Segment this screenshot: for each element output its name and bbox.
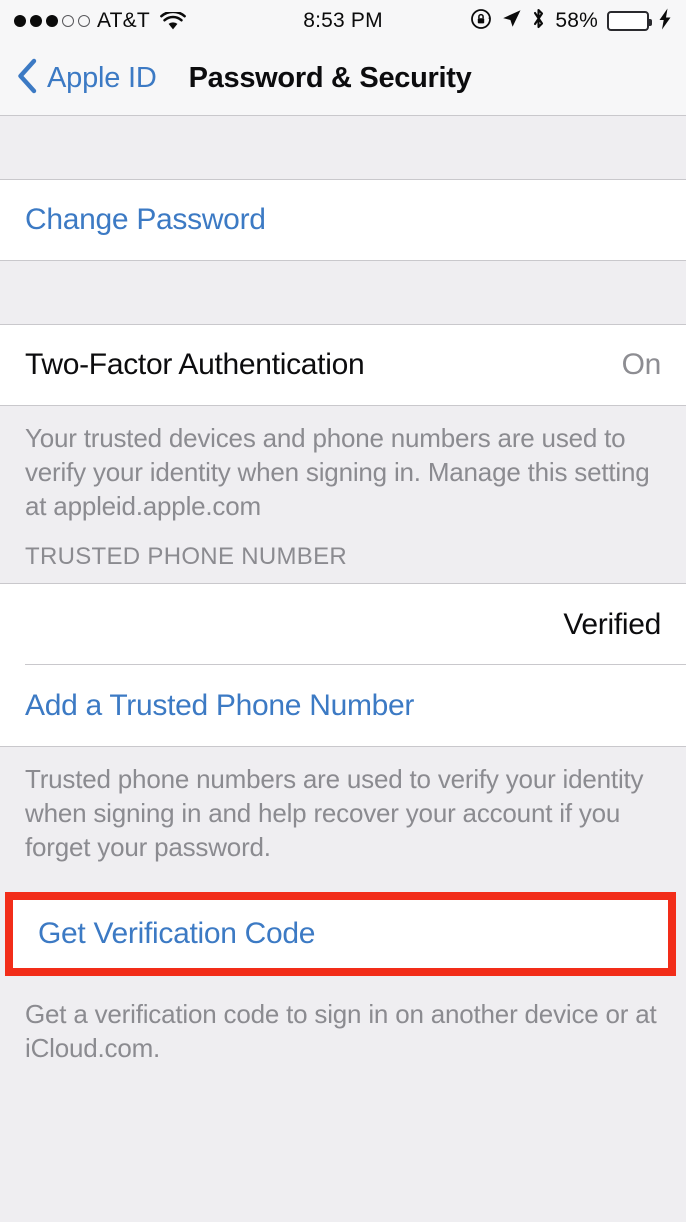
row-two-factor-authentication[interactable]: Two-Factor Authentication On (0, 324, 686, 406)
row-get-verification-code[interactable]: Get Verification Code (13, 899, 668, 968)
row-trusted-phone-number[interactable]: Verified (0, 583, 686, 666)
status-bar: AT&T 8:53 PM 58% (0, 0, 686, 42)
bluetooth-icon (531, 7, 546, 35)
two-factor-status-value: On (621, 348, 662, 381)
chevron-left-icon (16, 58, 38, 99)
navigation-bar: Apple ID Password & Security (0, 42, 686, 116)
iphone-screen: AT&T 8:53 PM 58% Apple ID Password & Sec… (0, 0, 686, 1222)
back-button[interactable]: Apple ID (0, 58, 157, 99)
page-title: Password & Security (188, 62, 472, 94)
trusted-phone-number-header: TRUSTED PHONE NUMBER (0, 543, 686, 584)
cellular-signal-icon (14, 15, 90, 27)
two-factor-label: Two-Factor Authentication (25, 348, 365, 381)
annotation-highlight-box: Get Verification Code (5, 891, 676, 976)
status-bar-right: 58% (470, 7, 672, 35)
spacer-after-change-password (0, 261, 686, 324)
two-factor-footer: Your trusted devices and phone numbers a… (0, 406, 686, 544)
back-button-label: Apple ID (47, 62, 157, 94)
rotation-lock-icon (470, 8, 492, 35)
lightning-bolt-icon (658, 8, 672, 35)
change-password-label: Change Password (25, 203, 266, 236)
verification-code-footer: Get a verification code to sign in on an… (0, 975, 686, 1086)
status-bar-left: AT&T (14, 9, 186, 33)
spacer-top (0, 116, 686, 179)
add-trusted-phone-number-label: Add a Trusted Phone Number (25, 688, 415, 722)
get-verification-code-label: Get Verification Code (38, 916, 316, 950)
carrier-label: AT&T (97, 9, 150, 32)
battery-icon (607, 11, 652, 31)
wifi-icon (160, 11, 186, 31)
trusted-phone-verified-badge: Verified (563, 607, 661, 641)
row-change-password[interactable]: Change Password (0, 179, 686, 261)
clock-label: 8:53 PM (303, 9, 383, 32)
battery-percent-label: 58% (555, 9, 598, 32)
trusted-phone-footer: Trusted phone numbers are used to verify… (0, 747, 686, 885)
location-arrow-icon (501, 8, 522, 34)
row-add-trusted-phone-number[interactable]: Add a Trusted Phone Number (0, 665, 686, 748)
